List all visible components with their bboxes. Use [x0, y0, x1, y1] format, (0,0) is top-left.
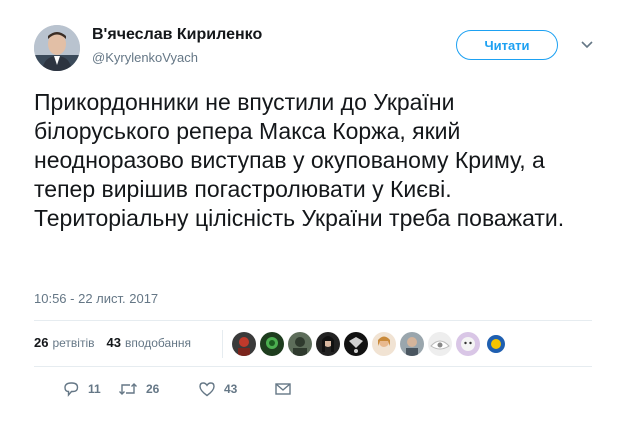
- reply-count: 11: [88, 382, 101, 396]
- divider: [34, 366, 592, 367]
- likes-stat[interactable]: 43 вподобання: [107, 335, 191, 350]
- liker-avatar[interactable]: [372, 332, 396, 356]
- follow-button[interactable]: Читати: [456, 30, 558, 60]
- avatar-photo-icon: [34, 25, 80, 71]
- divider: [34, 320, 592, 321]
- chevron-down-icon: [581, 41, 593, 49]
- retweet-icon: [119, 383, 137, 395]
- liker-avatar[interactable]: [344, 332, 368, 356]
- direct-message-button[interactable]: [274, 380, 292, 398]
- liker-avatar[interactable]: [316, 332, 340, 356]
- author-handle[interactable]: @KyrylenkoVyach: [92, 50, 198, 65]
- more-options-button[interactable]: [580, 38, 594, 52]
- retweets-stat[interactable]: 26 ретвітів: [34, 335, 95, 350]
- liker-avatar[interactable]: [400, 332, 424, 356]
- stats-separator: [222, 330, 223, 358]
- liker-avatars: [232, 332, 512, 356]
- liker-avatar[interactable]: [288, 332, 312, 356]
- liker-avatar[interactable]: [456, 332, 480, 356]
- likes-stat-label: вподобання: [124, 335, 191, 350]
- liker-avatar[interactable]: [428, 332, 452, 356]
- liker-avatar[interactable]: [232, 332, 256, 356]
- liker-avatar[interactable]: [484, 332, 508, 356]
- liker-avatar[interactable]: [260, 332, 284, 356]
- tweet-text: Прикордонники не впустили до України біл…: [34, 89, 565, 231]
- reply-button[interactable]: 11: [62, 380, 101, 398]
- envelope-icon: [275, 383, 291, 395]
- retweets-stat-label: ретвітів: [52, 335, 95, 350]
- author-name[interactable]: В'ячеслав Кириленко: [92, 26, 262, 44]
- likes-stat-count: 43: [106, 335, 121, 350]
- retweet-count: 26: [146, 382, 160, 396]
- engagement-stats: 26 ретвітів 43 вподобання: [34, 335, 203, 350]
- like-count: 43: [224, 382, 238, 396]
- like-button[interactable]: 43: [198, 380, 237, 398]
- reply-icon: [64, 382, 79, 397]
- heart-icon: [199, 382, 215, 397]
- author-avatar[interactable]: [34, 25, 80, 71]
- retweet-button[interactable]: 26: [118, 380, 159, 398]
- retweets-stat-count: 26: [34, 335, 49, 350]
- tweet-timestamp[interactable]: 10:56 - 22 лист. 2017: [34, 291, 158, 306]
